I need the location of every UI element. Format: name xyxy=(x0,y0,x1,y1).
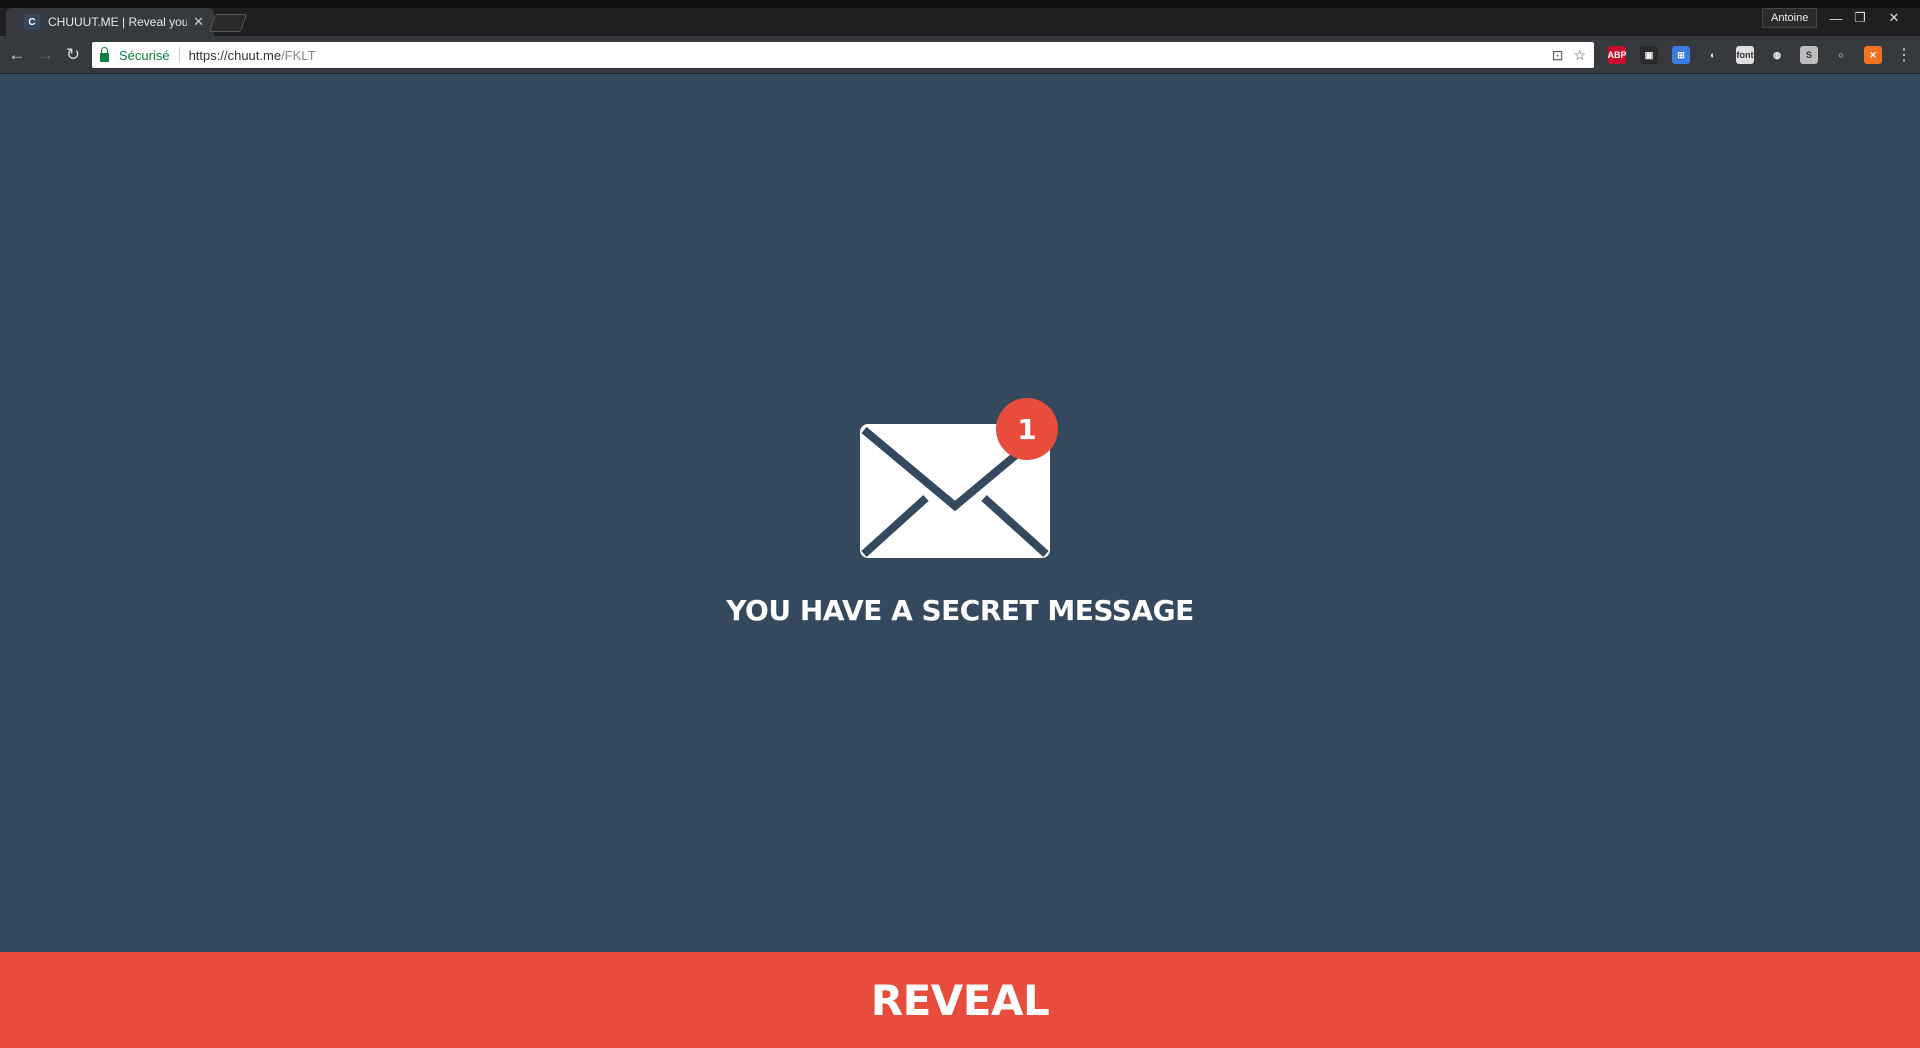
font-extension-icon[interactable]: font xyxy=(1736,46,1754,64)
adblock-plus-extension-icon[interactable]: ABP xyxy=(1608,46,1627,64)
omnibox-actions: ⊡ ☆ xyxy=(1552,47,1586,64)
url-path: /FKLT xyxy=(281,47,316,63)
tab-close-icon[interactable]: ✕ xyxy=(193,14,204,30)
address-bar[interactable]: Sécurisé https://chuut.me /FKLT ⊡ ☆ xyxy=(92,42,1594,68)
extension-4-icon[interactable]: ◐ xyxy=(1704,46,1722,64)
titlebar-top-strip xyxy=(0,0,1920,8)
message-envelope: 1 xyxy=(858,398,1060,560)
window-close-icon[interactable]: ✕ xyxy=(1880,8,1908,28)
color-extension-icon[interactable]: ◍ xyxy=(1768,46,1786,64)
translate-icon[interactable]: ⊡ xyxy=(1552,47,1564,64)
profile-button[interactable]: Antoine xyxy=(1762,8,1818,28)
back-arrow-icon[interactable]: ← xyxy=(6,44,28,66)
security-label: Sécurisé xyxy=(119,47,170,63)
restore-icon[interactable]: ❐ xyxy=(1846,8,1874,28)
address-separator xyxy=(178,47,180,63)
site-favicon-icon: C xyxy=(24,14,40,30)
page-content: 1 YOU HAVE A SECRET MESSAGE xyxy=(0,74,1920,952)
star-icon[interactable]: ☆ xyxy=(1573,47,1586,64)
lock-icon xyxy=(100,46,109,62)
browser-toolbar: ← → ↻ Sécurisé https://chuut.me /FKLT ⊡ … xyxy=(0,36,1920,74)
reload-icon[interactable]: ↻ xyxy=(62,44,84,66)
reveal-button-label: REVEAL xyxy=(870,975,1050,1025)
tab-title: CHUUUT.ME | Reveal your xyxy=(48,15,188,29)
new-tab-button[interactable] xyxy=(208,14,248,32)
extension-3-icon[interactable]: ⊞ xyxy=(1672,46,1690,64)
kebab-menu-icon[interactable]: ⋮ xyxy=(1896,45,1912,65)
browser-titlebar: C CHUUUT.ME | Reveal your ✕ Antoine — ❐ … xyxy=(0,0,1920,36)
reveal-button[interactable]: REVEAL xyxy=(0,952,1920,1048)
orange-extension-icon[interactable]: ✕ xyxy=(1864,46,1882,64)
notification-badge: 1 xyxy=(996,398,1058,460)
forward-arrow-icon[interactable]: → xyxy=(34,44,56,66)
extension-2-icon[interactable]: ▣ xyxy=(1640,46,1658,64)
secret-message-headline: YOU HAVE A SECRET MESSAGE xyxy=(726,594,1194,627)
browser-tab[interactable]: C CHUUUT.ME | Reveal your ✕ xyxy=(6,8,214,36)
circle-extension-icon[interactable]: ○ xyxy=(1832,46,1850,64)
s-extension-icon[interactable]: S xyxy=(1800,46,1818,64)
url-domain: https://chuut.me xyxy=(188,47,282,63)
